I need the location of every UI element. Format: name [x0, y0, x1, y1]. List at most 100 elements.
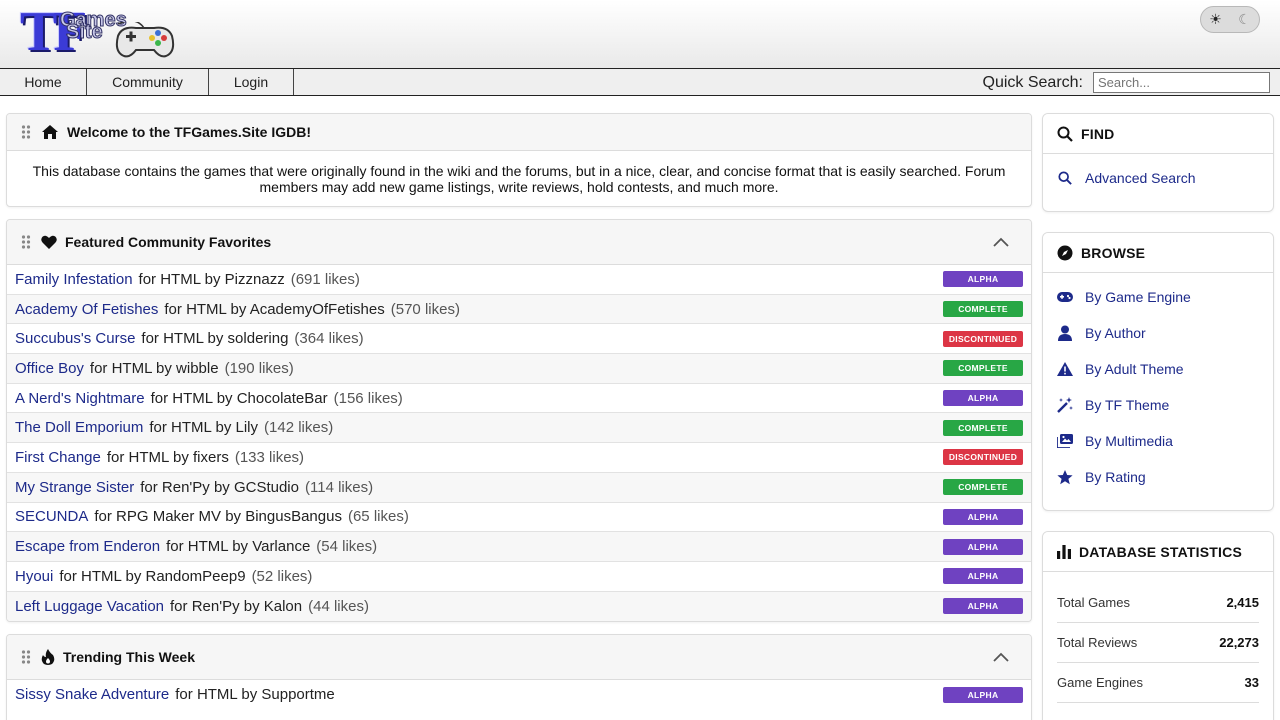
game-meta: for HTML by soldering [141, 330, 289, 348]
status-badge: ALPHA [943, 686, 1023, 703]
featured-game-row: Escape from Enderon for HTML by Varlance (… [7, 532, 1031, 562]
gamepad-logo-icon [115, 22, 175, 58]
warning-icon [1057, 361, 1073, 377]
featured-game-row: A Nerd's Nightmare for HTML by ChocolateB… [7, 383, 1031, 414]
featured-game-row: Hyoui for HTML by RandomPeep9 (52 likes) AL… [7, 561, 1031, 592]
featured-game-row: My Strange Sister for Ren'Py by GCStudio (… [7, 472, 1031, 503]
game-likes: (156 likes) [333, 389, 403, 407]
theme-toggle[interactable]: ☀ ☾ [1200, 6, 1260, 33]
nav-community[interactable]: Community [87, 69, 209, 95]
browse-by-rating[interactable]: By Rating [1043, 459, 1273, 495]
stat-row-total-reviews: Total Reviews 22,273 [1057, 623, 1259, 663]
drag-handle-icon[interactable] [21, 650, 31, 664]
trending-game-list: Sissy Snake Adventure for HTML by Suppor… [7, 680, 1031, 710]
stat-row-game-engines: Game Engines 33 [1057, 663, 1259, 703]
status-badge: ALPHA [943, 390, 1023, 407]
game-likes: (364 likes) [294, 330, 364, 348]
game-title-link[interactable]: Escape from Enderon [15, 538, 160, 555]
browse-header: BROWSE [1043, 233, 1273, 273]
browse-by-adult-theme[interactable]: By Adult Theme [1043, 351, 1273, 387]
game-meta: for HTML by fixers [106, 448, 229, 466]
status-badge: ALPHA [943, 271, 1023, 288]
stat-value: 2,415 [1226, 595, 1259, 610]
status-badge: ALPHA [943, 538, 1023, 555]
stat-label: Game Engines [1057, 675, 1143, 690]
game-meta: for Ren'Py by GCStudio [140, 478, 299, 496]
game-title-link[interactable]: My Strange Sister [15, 479, 134, 496]
game-likes: (54 likes) [316, 538, 378, 556]
stats-header: DATABASE STATISTICS [1043, 532, 1273, 572]
drag-handle-icon[interactable] [21, 125, 31, 139]
quick-search-input[interactable] [1093, 72, 1270, 93]
quick-search: Quick Search: [983, 72, 1270, 93]
home-icon [42, 125, 58, 139]
quick-search-label: Quick Search: [982, 73, 1083, 91]
browse-by-game-engine[interactable]: By Game Engine [1043, 279, 1273, 315]
game-title-link[interactable]: SECUNDA [15, 508, 88, 525]
moon-icon: ☾ [1238, 11, 1251, 28]
search-icon [1057, 126, 1073, 142]
find-header: FIND [1043, 114, 1273, 154]
site-logo[interactable]: TF Games Site [20, 4, 180, 60]
featured-game-row: Academy Of Fetishes for HTML by AcademyOf… [7, 294, 1031, 325]
game-title-link[interactable]: Hyoui [15, 568, 53, 585]
game-title-link[interactable]: Sissy Snake Adventure [15, 686, 169, 703]
game-title-link[interactable]: Left Luggage Vacation [15, 598, 164, 615]
game-meta: for HTML by Lily [149, 419, 259, 437]
status-badge: COMPLETE [943, 360, 1023, 377]
advanced-search-label: Advanced Search [1085, 170, 1196, 186]
images-icon [1057, 433, 1073, 449]
game-title-link[interactable]: A Nerd's Nightmare [15, 390, 145, 407]
featured-game-row: Family Infestation for HTML by Pizznazz (6… [7, 265, 1031, 295]
browse-link-label: By Game Engine [1085, 289, 1191, 305]
featured-game-row: First Change for HTML by fixers (133 likes… [7, 443, 1031, 473]
game-likes: (190 likes) [224, 359, 294, 377]
game-title-link[interactable]: Succubus's Curse [15, 330, 135, 347]
featured-game-list: Family Infestation for HTML by Pizznazz (6… [7, 265, 1031, 621]
advanced-search-link[interactable]: Advanced Search [1043, 160, 1273, 196]
nav-login[interactable]: Login [209, 69, 294, 95]
chevron-up-icon[interactable] [993, 652, 1009, 662]
browse-by-tf-theme[interactable]: By TF Theme [1043, 387, 1273, 423]
chevron-up-icon[interactable] [993, 237, 1009, 247]
browse-link-label: By Rating [1085, 469, 1146, 485]
game-title-link[interactable]: The Doll Emporium [15, 419, 143, 436]
stat-row-total-games: Total Games 2,415 [1057, 583, 1259, 623]
trending-title: Trending This Week [63, 649, 195, 665]
browse-link-label: By Adult Theme [1085, 361, 1184, 377]
featured-title: Featured Community Favorites [65, 234, 272, 250]
featured-game-row: Succubus's Curse for HTML by soldering (36… [7, 324, 1031, 355]
game-meta: for HTML by ChocolateBar [150, 389, 328, 407]
compass-icon [1057, 245, 1073, 260]
browse-by-author[interactable]: By Author [1043, 315, 1273, 351]
user-icon [1057, 325, 1073, 341]
game-meta: for HTML by Varlance [166, 538, 311, 556]
game-meta: for HTML by Pizznazz [138, 270, 285, 288]
game-title-link[interactable]: Academy Of Fetishes [15, 301, 158, 318]
browse-link-label: By Author [1085, 325, 1146, 341]
browse-link-label: By Multimedia [1085, 433, 1173, 449]
stat-value: 22,273 [1219, 635, 1259, 650]
game-likes: (65 likes) [347, 508, 409, 526]
game-title-link[interactable]: Family Infestation [15, 271, 133, 288]
game-likes: (691 likes) [290, 270, 360, 288]
bar-chart-icon [1057, 544, 1071, 559]
logo-site-text: Site [66, 21, 104, 43]
game-title-link[interactable]: First Change [15, 449, 101, 466]
magic-wand-icon [1057, 397, 1073, 413]
drag-handle-icon[interactable] [21, 235, 31, 249]
nav-home[interactable]: Home [0, 69, 87, 95]
welcome-header: Welcome to the TFGames.Site IGDB! [7, 114, 1031, 151]
game-likes: (570 likes) [390, 300, 460, 318]
stat-value: 33 [1244, 675, 1259, 690]
game-meta: for HTML by Supportme [175, 686, 335, 704]
game-likes: (133 likes) [234, 448, 305, 466]
browse-link-label: By TF Theme [1085, 397, 1170, 413]
browse-by-multimedia[interactable]: By Multimedia [1043, 423, 1273, 459]
browse-title: BROWSE [1081, 244, 1146, 261]
status-badge: ALPHA [943, 568, 1023, 585]
game-likes: (52 likes) [251, 567, 313, 585]
game-title-link[interactable]: Office Boy [15, 360, 84, 377]
stat-label: Total Reviews [1057, 635, 1138, 650]
search-icon [1057, 170, 1073, 186]
